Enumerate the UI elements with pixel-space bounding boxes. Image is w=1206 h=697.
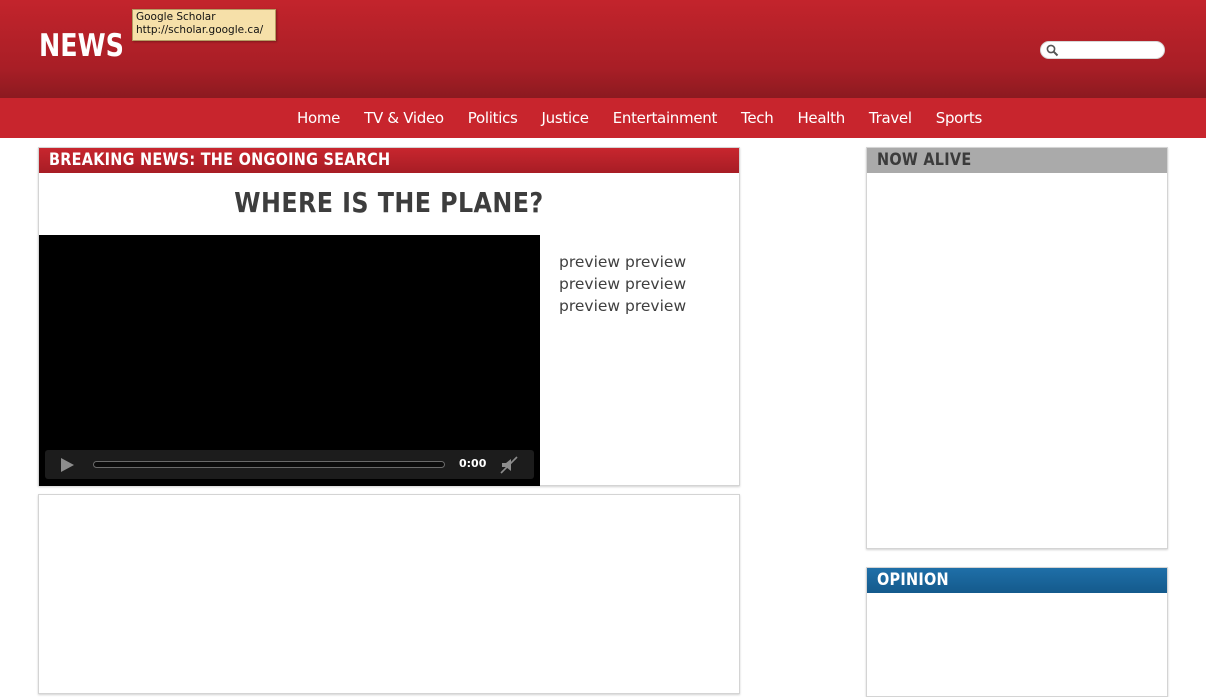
nav-item-sports[interactable]: Sports [936,109,983,127]
tooltip-title: Google Scholar [136,11,216,23]
nav-item-travel[interactable]: Travel [869,109,912,127]
nav-item-tv-video[interactable]: TV & Video [364,109,444,127]
video-player[interactable]: 0:00 [39,235,540,486]
site-header: NEWS Google Scholar http://scholar.googl… [0,0,1206,98]
nav-item-entertainment[interactable]: Entertainment [613,109,718,127]
preview-line: preview preview [559,253,687,271]
site-logo[interactable]: NEWS [39,28,124,64]
play-icon[interactable] [59,457,75,473]
nav-item-politics[interactable]: Politics [468,109,518,127]
preview-line: preview preview [559,275,687,293]
now-alive-heading: Now Alive [867,148,1167,173]
preview-line: preview preview [559,297,687,315]
nav-item-home[interactable]: Home [297,109,340,127]
video-controls: 0:00 [45,450,534,479]
nav-list: Home TV & Video Politics Justice Enterta… [297,98,1006,138]
nav-item-health[interactable]: Health [797,109,845,127]
video-scrubber[interactable] [93,461,445,468]
mute-icon[interactable] [500,456,518,474]
tooltip-url: http://scholar.google.ca/ [136,24,264,36]
search-icon [1046,44,1059,57]
video-preview-text: preview preview preview preview preview … [559,251,729,317]
main-nav: Home TV & Video Politics Justice Enterta… [0,98,1206,138]
headline[interactable]: WHERE IS THE PLANE? [39,186,739,219]
secondary-story-panel [38,494,740,694]
nav-item-justice[interactable]: Justice [542,109,589,127]
video-time: 0:00 [459,457,487,470]
search-input[interactable] [1061,43,1161,57]
breaking-news-panel: Breaking News: The Ongoing Search WHERE … [38,147,740,486]
now-alive-panel: Now Alive [866,147,1168,549]
search-box[interactable] [1040,41,1165,59]
nav-item-tech[interactable]: Tech [741,109,774,127]
link-tooltip: Google Scholar http://scholar.google.ca/ [132,9,276,41]
opinion-panel: Opinion [866,567,1168,697]
breaking-news-heading: Breaking News: The Ongoing Search [39,148,739,173]
opinion-heading: Opinion [867,568,1167,593]
